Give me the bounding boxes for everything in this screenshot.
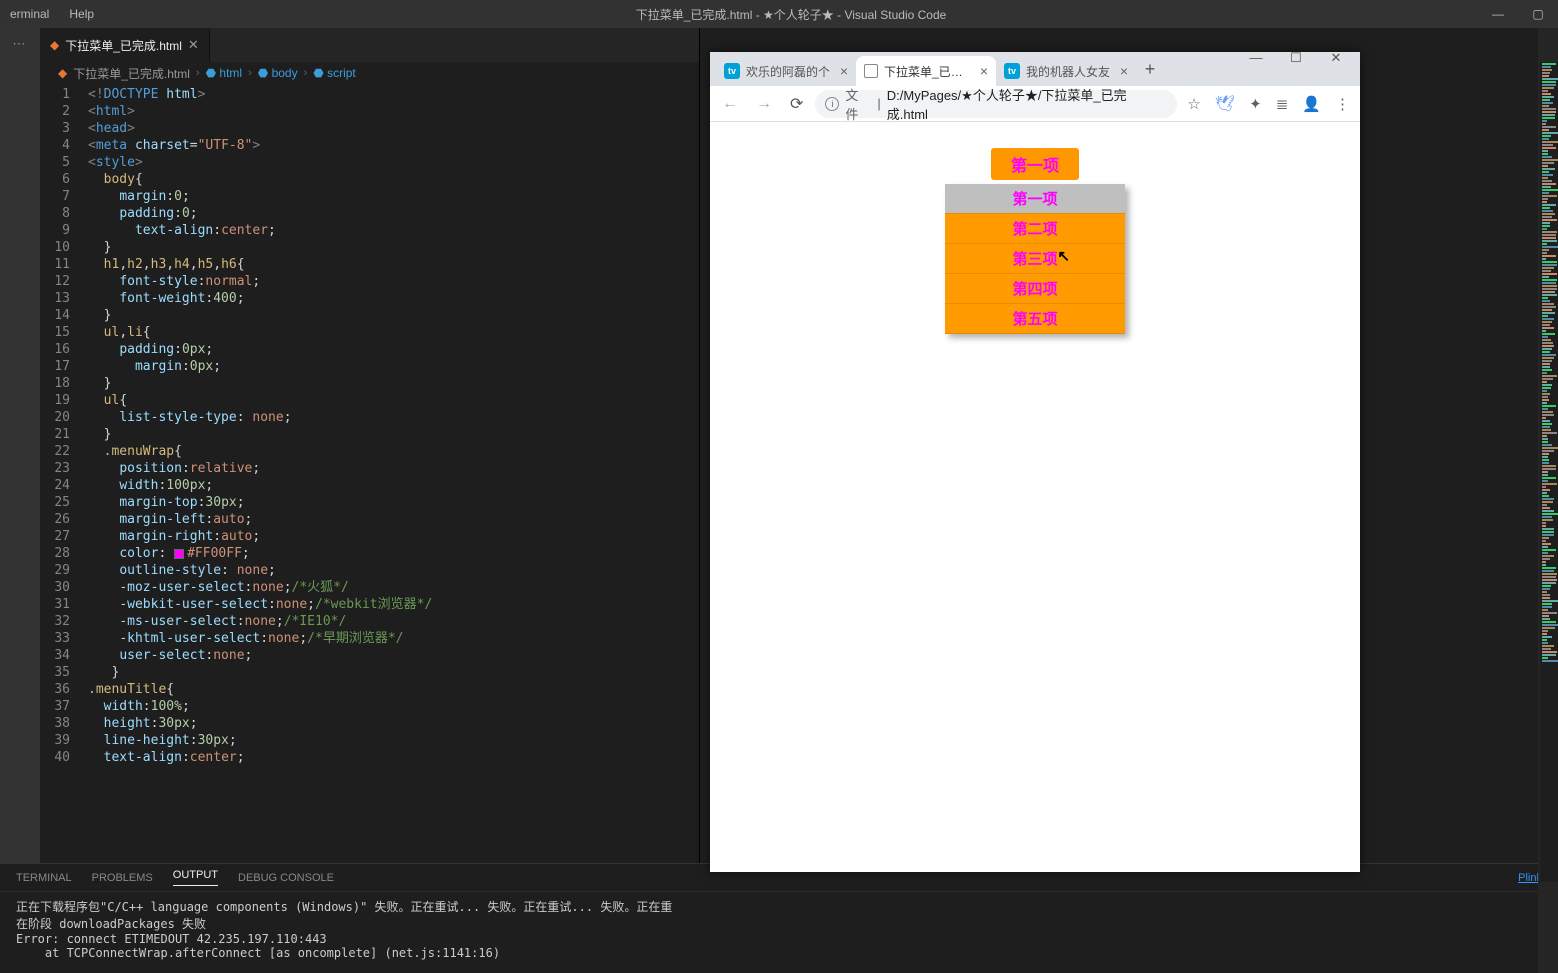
menu-help[interactable]: Help bbox=[59, 0, 104, 28]
line-numbers: 1234567891011121314151617181920212223242… bbox=[40, 84, 88, 863]
bilibili-icon: tv bbox=[724, 63, 740, 79]
panel-tab-output[interactable]: OUTPUT bbox=[173, 869, 218, 886]
output-content[interactable]: 正在下载程序包"C/C++ language components (Windo… bbox=[0, 892, 1558, 973]
more-icon[interactable]: ⋯ bbox=[13, 36, 28, 52]
url-field[interactable]: i 文件 | D:/MyPages/★个人轮子★/下拉菜单_已完成.html bbox=[815, 90, 1177, 118]
menu-terminal[interactable]: erminal bbox=[0, 0, 59, 28]
breadcrumb-file[interactable]: 下拉菜单_已完成.html bbox=[73, 65, 190, 82]
editor-tab-bar: ◆ 下拉菜单_已完成.html ✕ bbox=[40, 28, 699, 62]
tab-label: 欢乐的阿磊的个 bbox=[746, 63, 832, 80]
info-icon[interactable]: i bbox=[825, 97, 839, 111]
menu-item[interactable]: 第二项 bbox=[945, 214, 1125, 244]
activity-bar: ⋯ bbox=[0, 28, 40, 863]
tab-label: 下拉菜单_已完成 bbox=[884, 63, 972, 80]
panel-tab-terminal[interactable]: TERMINAL bbox=[16, 872, 72, 884]
cursor-icon: ↖ bbox=[1057, 247, 1070, 265]
panel-tab-debug[interactable]: DEBUG CONSOLE bbox=[238, 872, 334, 884]
maximize-icon[interactable]: ▢ bbox=[1518, 7, 1558, 21]
minimize-icon[interactable]: — bbox=[1478, 7, 1518, 21]
back-icon[interactable]: ← bbox=[716, 95, 744, 113]
window-title: 下拉菜单_已完成.html - ★个人轮子★ - Visual Studio C… bbox=[104, 6, 1478, 23]
html-file-icon: ◆ bbox=[58, 66, 67, 80]
breadcrumb[interactable]: ◆ 下拉菜单_已完成.html › ⬣ html › ⬣ body › ⬣ sc… bbox=[40, 62, 699, 84]
dropdown-menu: 第一项 第一项 第二项 第三项↖ 第四项 第五项 bbox=[945, 148, 1125, 872]
bookmark-icon[interactable]: ☆ bbox=[1183, 95, 1204, 113]
html-file-icon: ◆ bbox=[50, 38, 59, 52]
browser-tab-strip: — ☐ ✕ tv 欢乐的阿磊的个 × 下拉菜单_已完成 × tv 我的机器人女友 ×… bbox=[710, 52, 1360, 86]
menu-icon[interactable]: ⋮ bbox=[1331, 95, 1354, 113]
close-icon[interactable]: ✕ bbox=[188, 37, 199, 53]
panel-tab-problems[interactable]: PROBLEMS bbox=[92, 872, 153, 884]
menu-list: 第一项 第二项 第三项↖ 第四项 第五项 bbox=[945, 184, 1125, 334]
breadcrumb-part[interactable]: ⬣ body bbox=[258, 66, 298, 80]
breadcrumb-part[interactable]: ⬣ script bbox=[313, 66, 355, 80]
menu-title[interactable]: 第一项 bbox=[991, 148, 1079, 180]
minimap[interactable] bbox=[1540, 62, 1558, 882]
browser-tab[interactable]: tv 我的机器人女友 × bbox=[996, 56, 1136, 86]
url-text: D:/MyPages/★个人轮子★/下拉菜单_已完成.html bbox=[887, 85, 1168, 123]
breadcrumb-part[interactable]: ⬣ html bbox=[206, 66, 242, 80]
menu-item[interactable]: 第三项↖ bbox=[945, 244, 1125, 274]
bilibili-icon: tv bbox=[1004, 63, 1020, 79]
close-icon[interactable]: × bbox=[1120, 63, 1128, 79]
close-icon[interactable]: × bbox=[840, 63, 848, 79]
extensions-icon[interactable]: ✦ bbox=[1245, 95, 1266, 113]
reload-icon[interactable]: ⟳ bbox=[784, 94, 809, 114]
browser-tab[interactable]: tv 欢乐的阿磊的个 × bbox=[716, 56, 856, 86]
address-bar: ← → ⟳ i 文件 | D:/MyPages/★个人轮子★/下拉菜单_已完成.… bbox=[710, 86, 1360, 122]
editor: ◆ 下拉菜单_已完成.html ✕ ◆ 下拉菜单_已完成.html › ⬣ ht… bbox=[40, 28, 700, 863]
close-icon[interactable]: × bbox=[980, 63, 988, 79]
browser-tab[interactable]: 下拉菜单_已完成 × bbox=[856, 56, 996, 86]
url-scheme: 文件 bbox=[845, 85, 871, 123]
profile-icon[interactable]: 👤 bbox=[1298, 95, 1325, 113]
chevron-right-icon: › bbox=[196, 67, 200, 79]
browser-window: — ☐ ✕ tv 欢乐的阿磊的个 × 下拉菜单_已完成 × tv 我的机器人女友 ×… bbox=[710, 52, 1360, 872]
title-bar: erminal Help 下拉菜单_已完成.html - ★个人轮子★ - Vi… bbox=[0, 0, 1558, 28]
extension-bird-icon[interactable]: 🕊 bbox=[1211, 94, 1239, 114]
close-icon[interactable]: ✕ bbox=[1316, 50, 1356, 66]
forward-icon: → bbox=[750, 95, 778, 113]
tab-label: 下拉菜单_已完成.html bbox=[65, 37, 182, 54]
code-content[interactable]: <!DOCTYPE html> <html> <head> <meta char… bbox=[88, 84, 699, 863]
menu-item[interactable]: 第五项 bbox=[945, 304, 1125, 334]
minimize-icon[interactable]: — bbox=[1236, 50, 1276, 66]
menu-item[interactable]: 第四项 bbox=[945, 274, 1125, 304]
maximize-icon[interactable]: ☐ bbox=[1276, 50, 1316, 66]
tab-label: 我的机器人女友 bbox=[1026, 63, 1112, 80]
chevron-right-icon: › bbox=[304, 67, 308, 79]
panel: TERMINAL PROBLEMS OUTPUT DEBUG CONSOLE P… bbox=[0, 863, 1558, 973]
chevron-right-icon: › bbox=[248, 67, 252, 79]
editor-tab[interactable]: ◆ 下拉菜单_已完成.html ✕ bbox=[40, 28, 210, 62]
file-icon bbox=[864, 64, 878, 78]
reading-list-icon[interactable]: ≣ bbox=[1272, 95, 1293, 113]
new-tab-button[interactable]: + bbox=[1136, 59, 1164, 80]
menu-item[interactable]: 第一项 bbox=[945, 184, 1125, 214]
page-content: 第一项 第一项 第二项 第三项↖ 第四项 第五项 bbox=[710, 122, 1360, 872]
